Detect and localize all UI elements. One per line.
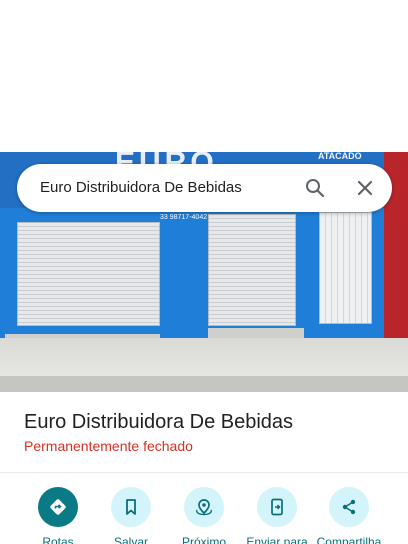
- send-to-phone-button[interactable]: Enviar para: [239, 487, 315, 544]
- shutter-middle: [208, 214, 296, 326]
- save-button[interactable]: Salvar: [93, 487, 169, 544]
- divider: [0, 472, 408, 473]
- search-bar[interactable]: Euro Distribuidora De Bebidas: [17, 164, 392, 212]
- shutter-left: [17, 222, 160, 326]
- search-icon[interactable]: [303, 176, 327, 200]
- bookmark-icon: [111, 487, 151, 527]
- share-icon: [329, 487, 369, 527]
- nearby-icon: [184, 487, 224, 527]
- share-label: Compartilha: [316, 535, 382, 544]
- place-status: Permanentemente fechado: [24, 438, 193, 454]
- directions-button[interactable]: Rotas: [20, 487, 96, 544]
- storefront-phone: 33 98717-4042: [160, 214, 208, 221]
- curb: [0, 376, 408, 392]
- close-icon[interactable]: [353, 176, 377, 200]
- save-label: Salvar: [113, 535, 148, 544]
- send-to-phone-icon: [257, 487, 297, 527]
- send-to-phone-label: Enviar para: [246, 535, 308, 544]
- place-title: Euro Distribuidora De Bebidas: [24, 411, 294, 433]
- directions-icon: [38, 487, 78, 527]
- storefront-sign-small: ATACADO: [318, 152, 362, 161]
- nearby-label: Próximo: [181, 535, 226, 544]
- side-door: [319, 212, 372, 324]
- share-button[interactable]: Compartilha: [311, 487, 387, 544]
- directions-label: Rotas: [42, 535, 74, 544]
- nearby-button[interactable]: Próximo: [166, 487, 242, 544]
- search-query[interactable]: Euro Distribuidora De Bebidas: [40, 179, 242, 196]
